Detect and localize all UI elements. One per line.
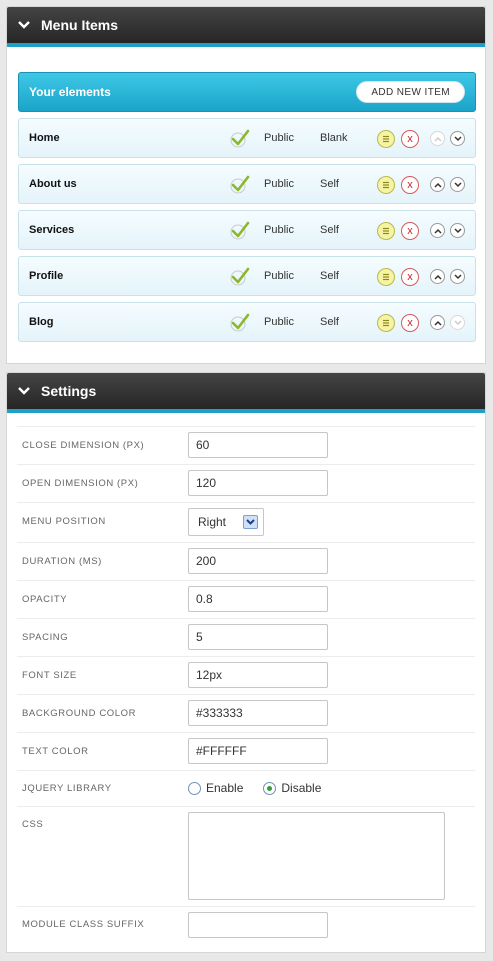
- menu-item-access: Public: [264, 316, 294, 328]
- radio-selected-dot: [267, 785, 273, 791]
- jquery-enable-label[interactable]: Enable: [206, 781, 243, 795]
- arrow-down-icon[interactable]: [450, 177, 465, 192]
- menu-item-row[interactable]: Services Public Self x: [18, 210, 476, 250]
- opacity-label: OPACITY: [22, 594, 68, 605]
- menu-item-target: Self: [320, 316, 339, 328]
- module-class-suffix-row: MODULE CLASS SUFFIX: [17, 906, 475, 948]
- module-class-suffix-input[interactable]: [188, 912, 328, 938]
- chevron-down-icon[interactable]: [243, 515, 258, 529]
- arrow-up-icon[interactable]: [430, 177, 445, 192]
- jquery-enable-radio[interactable]: [188, 781, 201, 795]
- delete-icon[interactable]: x: [401, 176, 419, 194]
- jquery-library-label: JQUERY LIBRARY: [22, 783, 112, 794]
- menu-items-header[interactable]: Menu Items: [7, 7, 485, 47]
- duration-row: DURATION (MS) 200: [17, 542, 475, 580]
- font-size-label: FONT SIZE: [22, 670, 77, 681]
- checkmark-icon[interactable]: [230, 175, 250, 198]
- close-dimension-row: CLOSE DIMENSION (PX) 60: [17, 426, 475, 464]
- delete-icon[interactable]: x: [401, 222, 419, 240]
- elements-title: Your elements: [29, 85, 111, 99]
- elements-bar: Your elements ADD NEW ITEM: [18, 72, 476, 112]
- menu-item-access: Public: [264, 224, 294, 236]
- edit-icon[interactable]: [377, 222, 395, 240]
- menu-item-target: Self: [320, 178, 339, 190]
- menu-item-row[interactable]: Profile Public Self x: [18, 256, 476, 296]
- background-color-row: BACKGROUND COLOR #333333: [17, 694, 475, 732]
- menu-item-name: Home: [29, 132, 60, 144]
- edit-icon[interactable]: [377, 130, 395, 148]
- arrow-up-icon[interactable]: [430, 315, 445, 330]
- menu-item-target: Self: [320, 270, 339, 282]
- text-color-row: TEXT COLOR #FFFFFF: [17, 732, 475, 770]
- menu-item-target: Self: [320, 224, 339, 236]
- chevron-down-icon[interactable]: [17, 18, 31, 32]
- css-textarea[interactable]: [188, 812, 445, 900]
- opacity-input[interactable]: 0.8: [188, 586, 328, 612]
- arrow-up-icon[interactable]: [430, 223, 445, 238]
- jquery-disable-label[interactable]: Disable: [281, 781, 321, 795]
- menu-item-access: Public: [264, 270, 294, 282]
- arrow-down-icon[interactable]: [450, 223, 465, 238]
- menu-item-name: Services: [29, 224, 75, 236]
- menu-item-access: Public: [264, 132, 294, 144]
- settings-header[interactable]: Settings: [7, 373, 485, 413]
- checkmark-icon[interactable]: [230, 129, 250, 152]
- menu-item-row[interactable]: Blog Public Self x: [18, 302, 476, 342]
- css-label: CSS: [22, 819, 44, 830]
- opacity-row: OPACITY 0.8: [17, 580, 475, 618]
- delete-icon[interactable]: x: [401, 130, 419, 148]
- menu-items-panel: Menu Items Your elements ADD NEW ITEM Ho…: [6, 6, 486, 364]
- arrow-up-icon[interactable]: [430, 131, 445, 146]
- menu-items-title: Menu Items: [41, 17, 119, 33]
- jquery-library-radio-group: Enable Disable: [188, 781, 341, 795]
- spacing-input[interactable]: 5: [188, 624, 328, 650]
- menu-item-target: Blank: [320, 132, 348, 144]
- duration-input[interactable]: 200: [188, 548, 328, 574]
- checkmark-icon[interactable]: [230, 221, 250, 244]
- menu-position-row: MENU POSITION Right: [17, 502, 475, 542]
- menu-item-access: Public: [264, 178, 294, 190]
- settings-panel: Settings CLOSE DIMENSION (PX) 60 OPEN DI…: [6, 372, 486, 953]
- menu-position-value: Right: [198, 515, 227, 529]
- close-dimension-input[interactable]: 60: [188, 432, 328, 458]
- arrow-down-icon[interactable]: [450, 315, 465, 330]
- chevron-down-icon[interactable]: [17, 384, 31, 398]
- spacing-row: SPACING 5: [17, 618, 475, 656]
- css-row: CSS: [17, 806, 475, 906]
- menu-item-name: Blog: [29, 316, 54, 328]
- arrow-down-icon[interactable]: [450, 269, 465, 284]
- background-color-input[interactable]: #333333: [188, 700, 328, 726]
- delete-icon[interactable]: x: [401, 268, 419, 286]
- settings-title: Settings: [41, 383, 97, 399]
- close-dimension-label: CLOSE DIMENSION (PX): [22, 440, 145, 451]
- arrow-up-icon[interactable]: [430, 269, 445, 284]
- menu-position-select[interactable]: Right: [188, 508, 264, 536]
- menu-item-name: Profile: [29, 270, 64, 282]
- edit-icon[interactable]: [377, 268, 395, 286]
- jquery-disable-radio[interactable]: [263, 781, 277, 795]
- edit-icon[interactable]: [377, 314, 395, 332]
- background-color-label: BACKGROUND COLOR: [22, 708, 137, 719]
- font-size-row: FONT SIZE 12px: [17, 656, 475, 694]
- checkmark-icon[interactable]: [230, 267, 250, 290]
- text-color-input[interactable]: #FFFFFF: [188, 738, 328, 764]
- open-dimension-label: OPEN DIMENSION (PX): [22, 478, 139, 489]
- edit-icon[interactable]: [377, 176, 395, 194]
- menu-position-label: MENU POSITION: [22, 516, 106, 527]
- add-new-item-button[interactable]: ADD NEW ITEM: [356, 81, 465, 103]
- font-size-input[interactable]: 12px: [188, 662, 328, 688]
- menu-item-name: About us: [29, 178, 77, 190]
- spacing-label: SPACING: [22, 632, 69, 643]
- checkmark-icon[interactable]: [230, 313, 250, 336]
- delete-icon[interactable]: x: [401, 314, 419, 332]
- open-dimension-input[interactable]: 120: [188, 470, 328, 496]
- duration-label: DURATION (MS): [22, 556, 102, 567]
- jquery-library-row: JQUERY LIBRARY Enable Disable: [17, 770, 475, 806]
- arrow-down-icon[interactable]: [450, 131, 465, 146]
- module-class-suffix-label: MODULE CLASS SUFFIX: [22, 919, 145, 930]
- menu-item-row[interactable]: About us Public Self x: [18, 164, 476, 204]
- text-color-label: TEXT COLOR: [22, 746, 89, 757]
- menu-item-row[interactable]: Home Public Blank x: [18, 118, 476, 158]
- open-dimension-row: OPEN DIMENSION (PX) 120: [17, 464, 475, 502]
